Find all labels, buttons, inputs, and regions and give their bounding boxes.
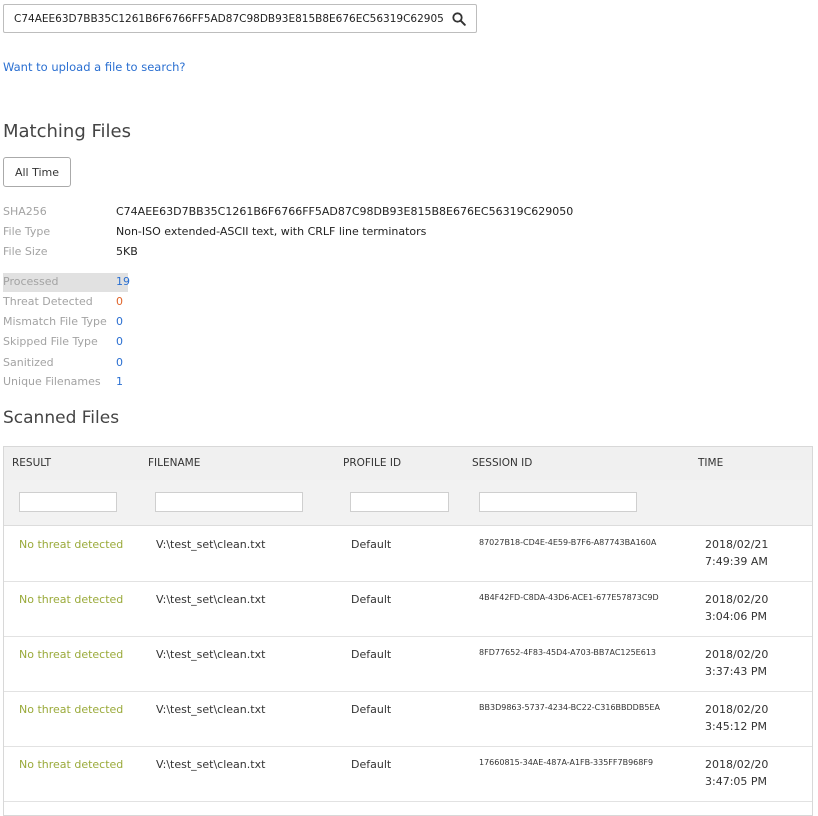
profile-cell: Default: [351, 593, 392, 606]
date-cell: 2018/02/21: [705, 538, 769, 551]
processed-label[interactable]: Processed: [3, 275, 58, 288]
filename-cell: V:\test_set\clean.txt: [156, 703, 266, 716]
scanned-files-heading: Scanned Files: [3, 408, 120, 428]
session-id-filter-input[interactable]: [479, 492, 637, 512]
table-row[interactable]: No threat detected V:\test_set\clean.txt…: [4, 691, 812, 747]
filename-cell: V:\test_set\clean.txt: [156, 593, 266, 606]
result-cell: No threat detected: [19, 538, 124, 551]
search-box: [3, 4, 477, 33]
result-cell: No threat detected: [19, 648, 124, 661]
matching-files-heading: Matching Files: [3, 121, 131, 142]
profile-cell: Default: [351, 703, 392, 716]
time-cell: 3:04:06 PM: [705, 610, 768, 623]
threat-detected-label[interactable]: Threat Detected: [3, 295, 93, 308]
table-row[interactable]: No threat detected V:\test_set\clean.txt…: [4, 581, 812, 637]
sha256-label: SHA256: [3, 205, 47, 218]
date-cell: 2018/02/20: [705, 648, 769, 661]
file-size-value: 5KB: [116, 245, 138, 258]
filename-cell: V:\test_set\clean.txt: [156, 648, 266, 661]
session-cell: 17660815-34AE-487A-A1FB-335FF7B968F9: [479, 758, 654, 767]
table-header: RESULT FILENAME PROFILE ID SESSION ID TI…: [4, 447, 812, 481]
unique-filenames-count[interactable]: 1: [116, 375, 123, 388]
profile-cell: Default: [351, 648, 392, 661]
session-cell: 8FD77652-4F83-45D4-A703-BB7AC125E613: [479, 648, 657, 657]
column-header-filename[interactable]: FILENAME: [148, 457, 200, 469]
session-cell: 87027B18-CD4E-4E59-B7F6-A87743BA160A: [479, 538, 657, 547]
file-type-label: File Type: [3, 225, 51, 238]
filename-filter-input[interactable]: [155, 492, 303, 512]
result-filter-input[interactable]: [19, 492, 117, 512]
search-input[interactable]: [4, 5, 444, 32]
column-header-session-id[interactable]: SESSION ID: [472, 457, 532, 469]
file-size-label: File Size: [3, 245, 48, 258]
time-cell: 3:45:12 PM: [705, 720, 768, 733]
date-cell: 2018/02/20: [705, 593, 769, 606]
time-cell: 3:37:43 PM: [705, 665, 768, 678]
filter-row: [4, 480, 812, 526]
mismatch-file-type-label[interactable]: Mismatch File Type: [3, 315, 107, 328]
sanitized-count[interactable]: 0: [116, 356, 123, 369]
result-cell: No threat detected: [19, 703, 124, 716]
unique-filenames-label[interactable]: Unique Filenames: [3, 375, 101, 388]
profile-cell: Default: [351, 758, 392, 771]
table-row[interactable]: No threat detected V:\test_set\clean.txt…: [4, 746, 812, 802]
processed-count[interactable]: 19: [116, 275, 130, 288]
table-row[interactable]: No threat detected V:\test_set\clean.txt…: [4, 636, 812, 692]
time-cell: 7:49:39 AM: [705, 555, 768, 568]
upload-file-link[interactable]: Want to upload a file to search?: [3, 60, 186, 74]
profile-id-filter-input[interactable]: [350, 492, 449, 512]
filename-cell: V:\test_set\clean.txt: [156, 538, 266, 551]
search-icon[interactable]: [452, 11, 466, 26]
column-header-profile-id[interactable]: PROFILE ID: [343, 457, 401, 469]
date-cell: 2018/02/20: [705, 703, 769, 716]
profile-cell: Default: [351, 538, 392, 551]
skipped-file-type-label[interactable]: Skipped File Type: [3, 335, 98, 348]
result-cell: No threat detected: [19, 593, 124, 606]
session-cell: 4B4F42FD-C8DA-43D6-ACE1-677E57873C9D: [479, 593, 659, 602]
column-header-time[interactable]: TIME: [698, 457, 723, 469]
mismatch-file-type-count[interactable]: 0: [116, 315, 123, 328]
result-cell: No threat detected: [19, 758, 124, 771]
sha256-value: C74AEE63D7BB35C1261B6F6766FF5AD87C98DB93…: [116, 205, 574, 218]
time-filter-button[interactable]: All Time: [3, 157, 71, 187]
scanned-files-table: RESULT FILENAME PROFILE ID SESSION ID TI…: [3, 446, 813, 816]
sanitized-label[interactable]: Sanitized: [3, 356, 54, 369]
threat-detected-count[interactable]: 0: [116, 295, 123, 308]
date-cell: 2018/02/20: [705, 758, 769, 771]
time-cell: 3:47:05 PM: [705, 775, 768, 788]
session-cell: BB3D9863-5737-4234-BC22-C316BBDDB5EA: [479, 703, 660, 712]
filename-cell: V:\test_set\clean.txt: [156, 758, 266, 771]
table-row[interactable]: No threat detected V:\test_set\clean.txt…: [4, 526, 812, 582]
skipped-file-type-count[interactable]: 0: [116, 335, 123, 348]
column-header-result[interactable]: RESULT: [12, 457, 51, 469]
file-type-value: Non-ISO extended-ASCII text, with CRLF l…: [116, 225, 427, 238]
